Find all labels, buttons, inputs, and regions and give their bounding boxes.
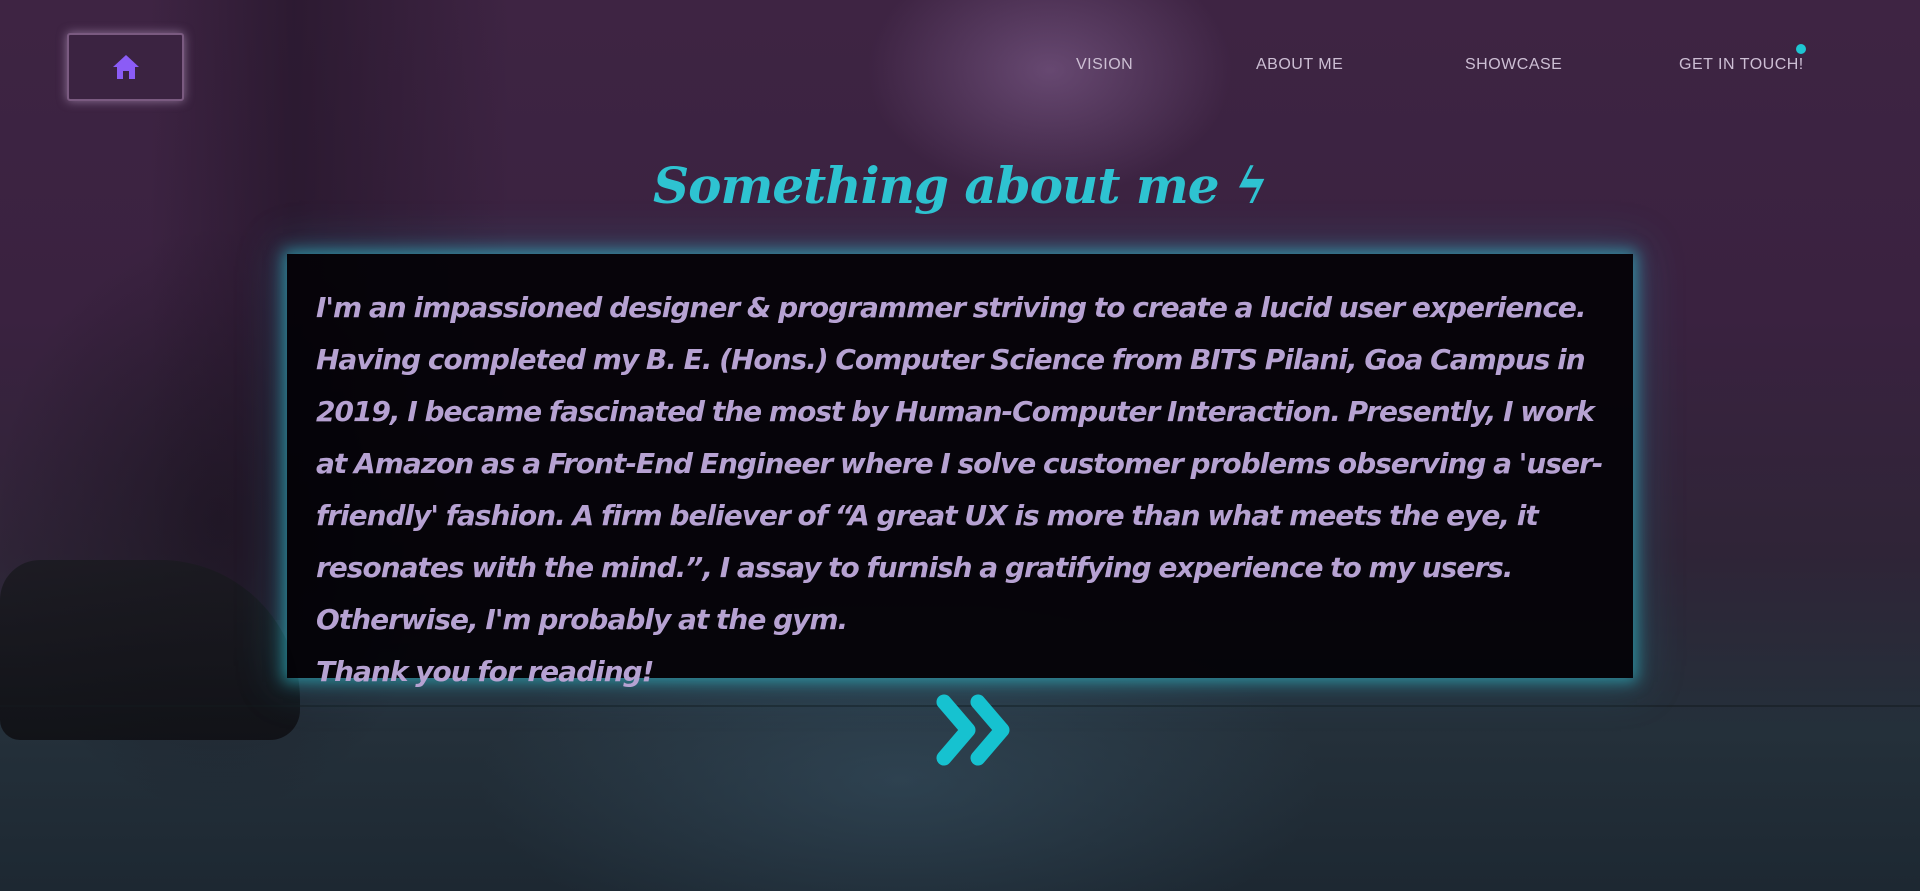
nav-showcase-link[interactable]: SHOWCASE	[1465, 56, 1562, 74]
nav-vision-link[interactable]: VISION	[1076, 56, 1133, 74]
scroll-next-button[interactable]	[936, 692, 1016, 768]
nav-contact-link[interactable]: GET IN TOUCH!	[1679, 56, 1804, 74]
about-closing: Thank you for reading!	[316, 655, 654, 688]
nav-about-link[interactable]: ABOUT ME	[1256, 56, 1343, 74]
about-panel: I'm an impassioned designer & programmer…	[287, 254, 1633, 688]
double-chevron-right-icon	[936, 694, 1010, 766]
about-heading: Something about me ϟ	[652, 156, 1268, 215]
about-paragraph: I'm an impassioned designer & programmer…	[316, 291, 1603, 636]
active-indicator-dot	[1796, 44, 1806, 54]
home-button[interactable]	[67, 33, 184, 101]
home-icon	[112, 55, 139, 79]
